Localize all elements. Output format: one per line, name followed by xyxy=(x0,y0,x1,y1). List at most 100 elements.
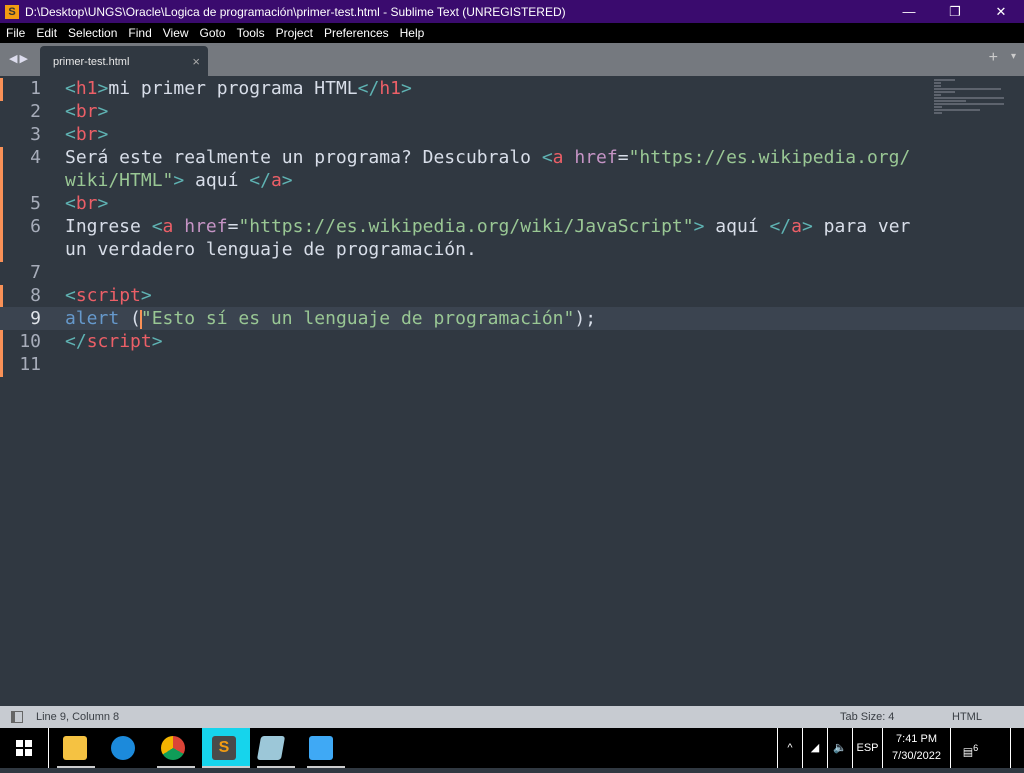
edge-icon[interactable] xyxy=(111,736,135,760)
close-button[interactable]: ✕ xyxy=(978,0,1024,23)
code-token: < xyxy=(151,216,163,237)
code-line[interactable]: wiki/HTML"> aquí </a> xyxy=(0,169,1024,192)
code-token: > xyxy=(97,124,109,145)
code-line[interactable]: 9 alert ("Esto sí es un lenguaje de progr… xyxy=(0,307,1024,330)
code-line[interactable]: 10 </script> xyxy=(0,330,1024,353)
code-line[interactable]: 4 Será este realmente un programa? Descub… xyxy=(0,146,1024,169)
minimize-button[interactable]: — xyxy=(886,0,932,23)
tab-menu-icon[interactable]: ▾ xyxy=(1011,51,1016,62)
tab-nav-arrows-icon[interactable]: ◀▶ xyxy=(9,52,30,65)
menu-view[interactable]: View xyxy=(163,26,189,40)
chrome-icon[interactable] xyxy=(161,736,185,760)
code-text: <br> xyxy=(65,123,108,146)
file-explorer-icon[interactable] xyxy=(63,736,87,760)
show-desktop-button[interactable] xyxy=(1010,728,1024,768)
code-token: href xyxy=(574,147,618,168)
line-number: 6 xyxy=(30,216,41,237)
code-editor[interactable]: 1 <h1>mi primer programa HTML</h1> 2 <br> 3 <… xyxy=(0,76,1024,706)
panel-toggle-icon[interactable] xyxy=(11,711,23,723)
line-number: 2 xyxy=(30,101,41,122)
code-text: <br> xyxy=(65,192,108,215)
code-token: ( xyxy=(119,308,141,329)
code-token: aquí xyxy=(184,170,250,191)
date: 7/30/2022 xyxy=(892,750,941,762)
code-line[interactable]: 8 <script> xyxy=(0,284,1024,307)
code-token: Será este realmente un programa? Descubr… xyxy=(65,147,542,168)
code-token: h1 xyxy=(75,78,98,99)
code-text: wiki/HTML"> aquí </a> xyxy=(65,169,293,192)
code-token: > xyxy=(401,78,412,99)
code-line[interactable]: 3 <br> xyxy=(0,123,1024,146)
code-token: </ xyxy=(357,78,380,99)
network-icon[interactable]: ◢ xyxy=(802,728,827,768)
window-title: D:\Desktop\UNGS\Oracle\Logica de program… xyxy=(25,4,566,19)
menu-help[interactable]: Help xyxy=(400,26,425,40)
tab-bar: ◀▶ primer-test.html × + ▾ xyxy=(0,43,1024,76)
menu-preferences[interactable]: Preferences xyxy=(324,26,389,40)
code-text: <br> xyxy=(65,100,108,123)
notification-count: 6 xyxy=(973,743,979,753)
menu-selection[interactable]: Selection xyxy=(68,26,117,40)
code-token: a xyxy=(270,170,282,191)
syntax-mode[interactable]: HTML xyxy=(952,711,982,723)
notifications-button[interactable]: ▤6 xyxy=(950,728,990,768)
code-token: Ingrese xyxy=(65,216,152,237)
tab-primer-test[interactable]: primer-test.html × xyxy=(40,46,208,76)
code-line[interactable]: 5 <br> xyxy=(0,192,1024,215)
line-number: 1 xyxy=(30,78,41,99)
code-token: < xyxy=(65,78,76,99)
code-token: br xyxy=(75,124,98,145)
code-text: Ingrese <a href="https://es.wikipedia.or… xyxy=(65,215,910,238)
code-token: script xyxy=(86,331,152,352)
code-text: <script> xyxy=(65,284,152,307)
code-line[interactable]: 7 xyxy=(0,261,1024,284)
line-number: 8 xyxy=(30,285,41,306)
code-text: </script> xyxy=(65,330,163,353)
clock[interactable]: 7:41 PM 7/30/2022 xyxy=(882,728,950,768)
start-button[interactable] xyxy=(16,740,32,756)
code-token: script xyxy=(75,285,141,306)
code-token: > xyxy=(173,170,185,191)
menu-goto[interactable]: Goto xyxy=(200,26,226,40)
code-token: a xyxy=(162,216,174,237)
menu-edit[interactable]: Edit xyxy=(36,26,57,40)
menu-project[interactable]: Project xyxy=(276,26,313,40)
maximize-button[interactable]: ❐ xyxy=(932,0,978,23)
status-bar: Line 9, Column 8 Tab Size: 4 HTML xyxy=(0,706,1024,728)
code-line[interactable]: 11 xyxy=(0,353,1024,376)
code-token: "https://es.wikipedia.org/ xyxy=(628,147,911,168)
code-line[interactable]: 1 <h1>mi primer programa HTML</h1> xyxy=(0,77,1024,100)
show-hidden-icons-button[interactable]: ^ xyxy=(777,728,802,768)
code-token: < xyxy=(65,193,76,214)
code-token: br xyxy=(75,101,98,122)
tab-label: primer-test.html xyxy=(53,56,130,68)
time: 7:41 PM xyxy=(896,733,937,745)
magnifier-icon[interactable] xyxy=(309,736,333,760)
line-number: 9 xyxy=(30,308,41,329)
code-token: href xyxy=(184,216,228,237)
code-token: "Esto sí es un lenguaje de programación" xyxy=(140,308,575,329)
cursor-position: Line 9, Column 8 xyxy=(36,711,120,723)
menu-file[interactable]: File xyxy=(6,26,25,40)
code-token: a xyxy=(552,147,564,168)
code-token: "https://es.wikipedia.org/wiki/JavaScrip… xyxy=(238,216,694,237)
menu-find[interactable]: Find xyxy=(128,26,151,40)
line-number: 7 xyxy=(30,262,41,283)
menu-tools[interactable]: Tools xyxy=(237,26,265,40)
code-token: mi primer programa HTML xyxy=(108,78,358,99)
code-token: > xyxy=(140,285,152,306)
code-line[interactable]: 6 Ingrese <a href="https://es.wikipedia.o… xyxy=(0,215,1024,238)
volume-icon[interactable]: 🔈 xyxy=(827,728,852,768)
tab-close-icon[interactable]: × xyxy=(192,54,200,69)
tab-size[interactable]: Tab Size: 4 xyxy=(840,711,894,723)
sublime-text-taskbar-icon[interactable]: S xyxy=(212,736,236,760)
code-line[interactable]: 2 <br> xyxy=(0,100,1024,123)
code-line[interactable]: un verdadero lenguaje de programación. xyxy=(0,238,1024,261)
code-token: h1 xyxy=(379,78,401,99)
language-indicator[interactable]: ESP xyxy=(852,728,882,768)
new-tab-icon[interactable]: + xyxy=(989,49,998,67)
notepad-icon[interactable] xyxy=(256,736,286,760)
code-text: <h1>mi primer programa HTML</h1> xyxy=(65,77,412,100)
code-token: < xyxy=(541,147,553,168)
